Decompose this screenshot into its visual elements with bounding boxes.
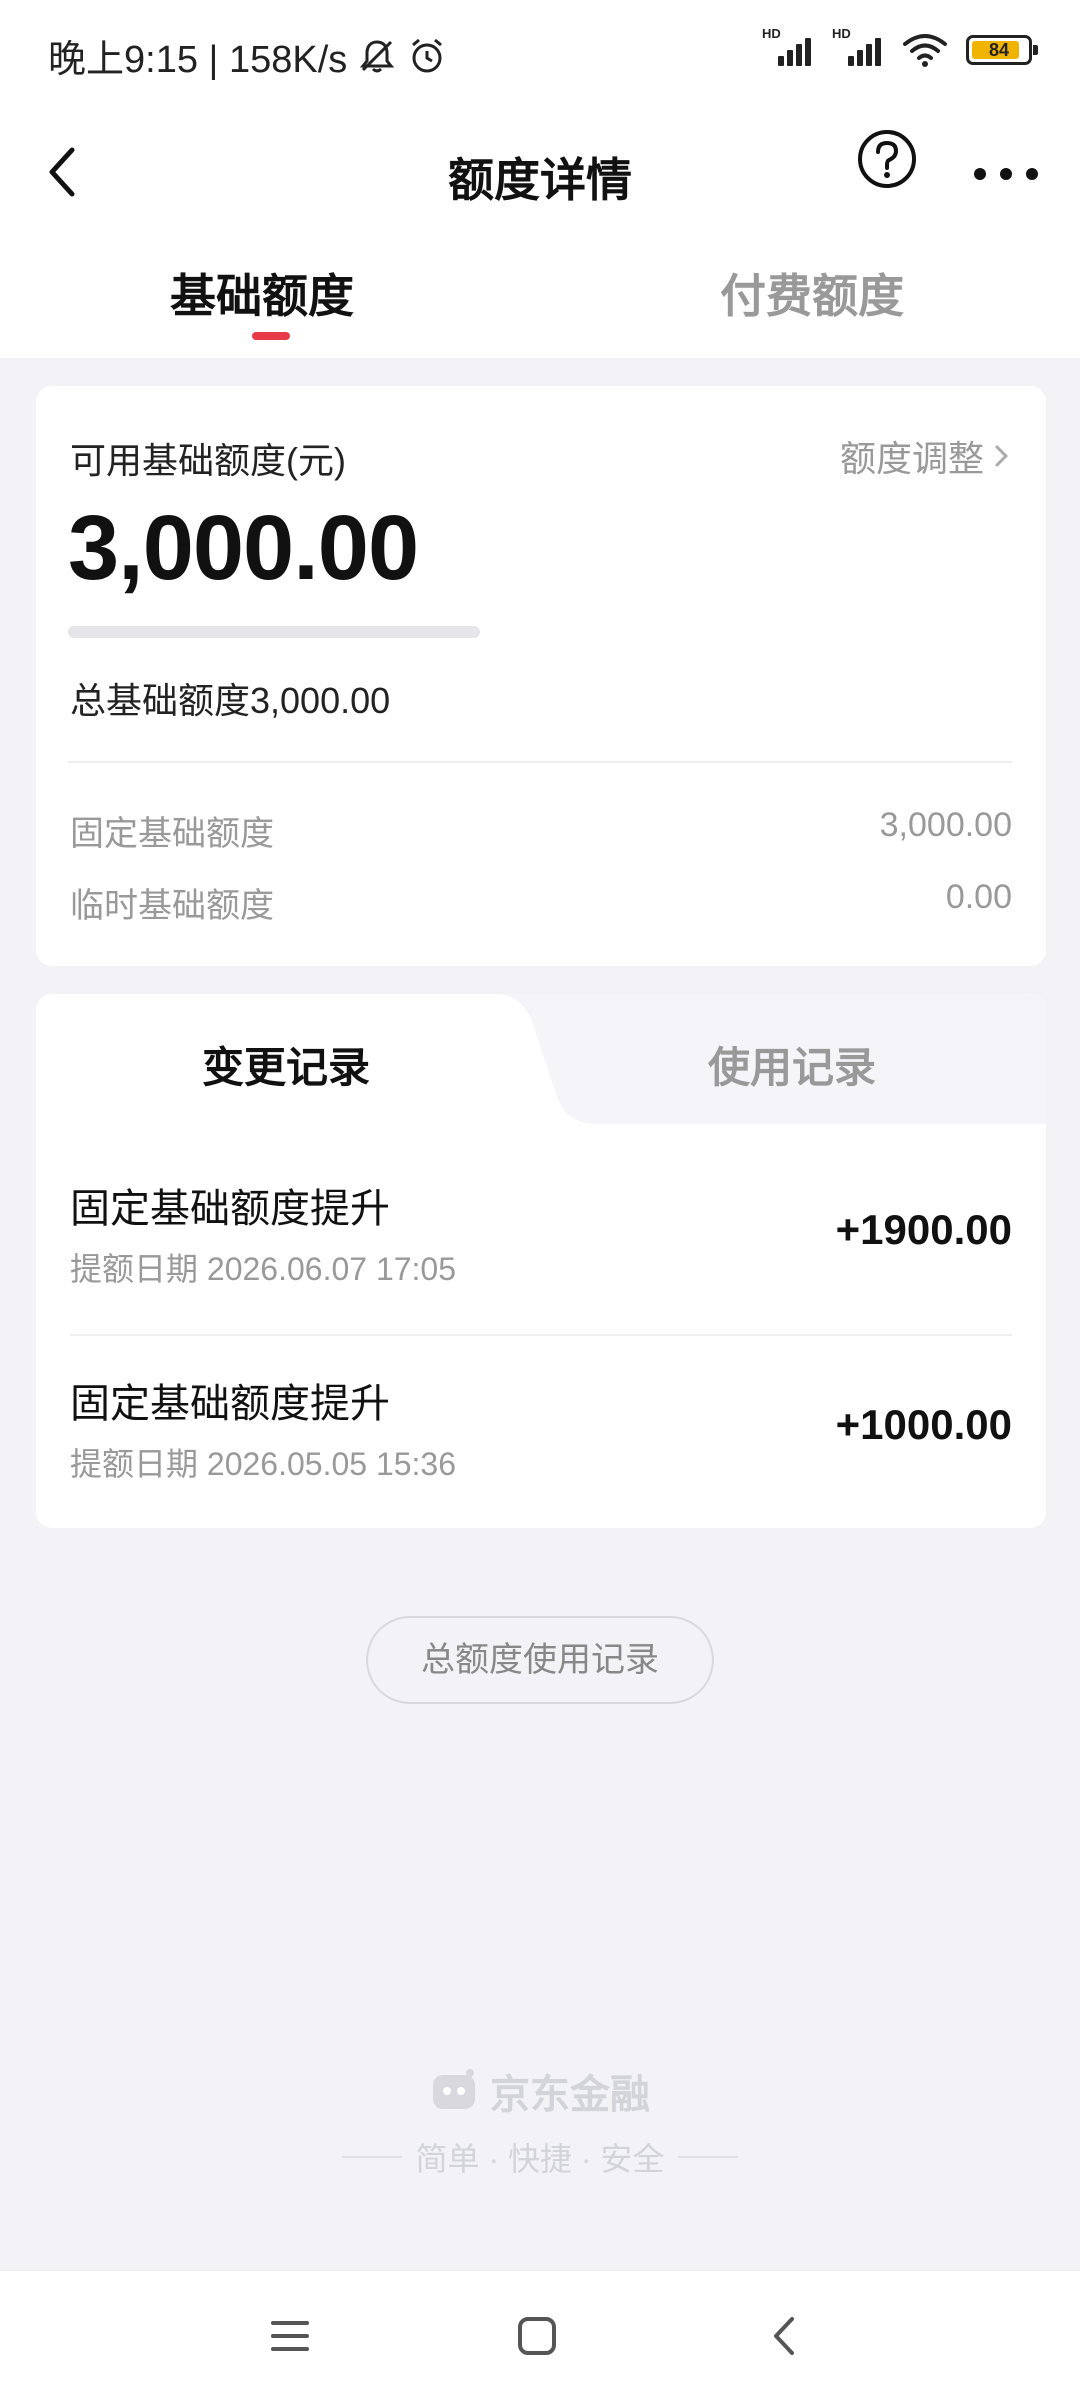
wifi-icon xyxy=(903,34,947,67)
status-left: 晚上9:15 | 158K/s xyxy=(48,28,447,83)
divider xyxy=(341,2156,402,2158)
record-amount: +1900.00 xyxy=(835,1206,1012,1253)
active-tab-indicator xyxy=(252,332,290,340)
records-card: 变更记录 使用记录 固定基础额度提升 提额日期 2026.06.07 17:05… xyxy=(36,994,1046,1528)
nav-bar: 额度详情 xyxy=(0,108,1080,238)
system-nav-bar xyxy=(0,2270,1080,2401)
divider xyxy=(68,761,1012,763)
signal-1-label: HD xyxy=(762,26,781,41)
record-title: 固定基础额度提升 xyxy=(70,1187,390,1231)
back-nav-icon[interactable] xyxy=(750,2301,820,2371)
available-credit-label: 可用基础额度(元) xyxy=(70,440,346,481)
credit-adjust-label: 额度调整 xyxy=(839,438,984,479)
chevron-right-icon xyxy=(995,445,1008,467)
record-date: 提额日期 2026.06.07 17:05 xyxy=(70,1251,457,1287)
record-amount: +1000.00 xyxy=(835,1401,1012,1448)
fixed-credit-value: 3,000.00 xyxy=(879,806,1012,844)
credit-adjust-link[interactable]: 额度调整 xyxy=(840,430,1012,482)
record-date: 提额日期 2026.05.05 15:36 xyxy=(70,1446,457,1482)
status-time-speed: 晚上9:15 | 158K/s xyxy=(48,39,348,81)
temp-credit-row: 临时基础额度 0.00 xyxy=(70,878,1012,927)
divider xyxy=(70,1334,1012,1336)
battery-icon: 84 xyxy=(966,35,1038,65)
menu-icon[interactable] xyxy=(255,2301,325,2371)
alarm-icon xyxy=(412,38,443,72)
total-usage-records-button[interactable]: 总额度使用记录 xyxy=(366,1616,714,1704)
credit-summary-card: 可用基础额度(元) 额度调整 3,000.00 总基础额度3,000.00 固定… xyxy=(36,386,1046,966)
more-options-icon[interactable] xyxy=(970,128,1042,190)
record-title: 固定基础额度提升 xyxy=(70,1382,390,1426)
help-icon[interactable] xyxy=(856,128,918,190)
tab-paid-credit[interactable]: 付费额度 xyxy=(720,260,904,326)
home-icon[interactable] xyxy=(502,2301,572,2371)
signal-2-label: HD xyxy=(832,26,851,41)
jd-finance-logo-icon xyxy=(433,2069,475,2109)
brand-slogan-row: 简单 · 快捷 · 安全 xyxy=(0,2134,1080,2180)
credit-type-tabs: 基础额度 付费额度 xyxy=(0,240,1080,358)
tab-usage-records[interactable]: 使用记录 xyxy=(708,1034,876,1095)
fixed-credit-label: 固定基础额度 xyxy=(70,815,274,853)
divider xyxy=(678,2156,739,2158)
temp-credit-label: 临时基础额度 xyxy=(70,887,274,925)
mute-bell-icon xyxy=(360,39,395,72)
brand-name: 京东金融 xyxy=(490,2073,650,2117)
signal-2-icon: HD xyxy=(832,26,884,70)
brand-footer: 京东金融 简单 · 快捷 · 安全 xyxy=(0,2062,1080,2180)
total-basic-credit: 总基础额度3,000.00 xyxy=(70,680,391,721)
back-arrow-icon[interactable] xyxy=(40,130,120,210)
signal-1-icon: HD xyxy=(762,26,814,70)
brand-logo: 京东金融 xyxy=(0,2062,1080,2120)
status-bar: 晚上9:15 | 158K/s HD HD 84 xyxy=(0,0,1080,108)
temp-credit-value: 0.00 xyxy=(945,878,1012,916)
battery-level: 84 xyxy=(988,40,1010,60)
tab-change-records[interactable]: 变更记录 xyxy=(202,1034,370,1095)
list-item: 固定基础额度提升 提额日期 2026.05.05 15:36 +1000.00 xyxy=(70,1349,1012,1528)
credit-usage-bar xyxy=(68,626,480,638)
available-credit-amount: 3,000.00 xyxy=(68,497,419,599)
status-right: HD HD 84 xyxy=(762,26,1038,70)
page-title: 额度详情 xyxy=(448,154,632,206)
subtab-background xyxy=(496,994,1046,1124)
brand-slogan: 简单 · 快捷 · 安全 xyxy=(415,2141,665,2177)
tab-basic-credit[interactable]: 基础额度 xyxy=(170,260,354,326)
record-tabs: 变更记录 使用记录 xyxy=(36,994,1046,1124)
list-item: 固定基础额度提升 提额日期 2026.06.07 17:05 +1900.00 xyxy=(70,1154,1012,1344)
fixed-credit-row: 固定基础额度 3,000.00 xyxy=(70,806,1012,855)
